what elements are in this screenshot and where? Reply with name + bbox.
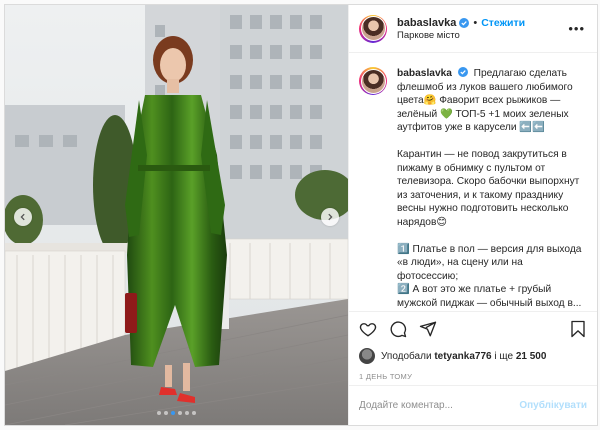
carousel-dot	[192, 411, 196, 415]
likes-middle: і ще	[494, 350, 514, 362]
caption-paragraph-3: 1️⃣ Платье в пол — версия для выхода «в …	[397, 243, 582, 309]
caption-username[interactable]: babaslavka	[397, 68, 452, 79]
bookmark-icon[interactable]	[569, 320, 587, 338]
comment-input[interactable]	[359, 400, 520, 411]
caption-text: babaslavka Предлагаю сделать флешмоб из …	[397, 67, 585, 311]
post-side-panel: babaslavka • Стежити Паркове місто ••• b…	[348, 5, 597, 425]
chevron-left-icon	[20, 213, 25, 221]
likes-summary: Уподобали tetyanka776 і ще 21 500	[349, 345, 597, 367]
comment-bar: Опублікувати	[349, 385, 597, 425]
comment-icon[interactable]	[389, 320, 407, 338]
carousel-dot	[178, 411, 182, 415]
caption-avatar[interactable]	[359, 67, 387, 95]
carousel-dot	[171, 411, 175, 415]
carousel-prev-button[interactable]	[14, 208, 32, 226]
post-photo[interactable]	[5, 5, 348, 425]
avatar[interactable]	[359, 14, 387, 43]
post-header: babaslavka • Стежити Паркове місто •••	[349, 5, 597, 53]
share-icon[interactable]	[419, 320, 437, 338]
chevron-right-icon	[328, 213, 333, 221]
liker-username[interactable]: tetyanka776	[434, 351, 491, 362]
photo-scene	[5, 5, 348, 425]
follow-button[interactable]: Стежити	[481, 17, 525, 29]
post-timestamp[interactable]: 1 ДЕНЬ ТОМУ	[349, 367, 597, 385]
verified-badge-icon	[457, 67, 468, 77]
caption-area: babaslavka Предлагаю сделать флешмоб из …	[349, 53, 597, 311]
likes-count[interactable]: 21 500	[516, 351, 547, 362]
publish-button[interactable]: Опублікувати	[519, 400, 587, 411]
more-options-icon[interactable]: •••	[568, 21, 585, 36]
header-top-line: babaslavka • Стежити	[397, 17, 525, 29]
heart-icon[interactable]	[359, 320, 377, 338]
carousel-dot	[164, 411, 168, 415]
carousel-next-button[interactable]	[321, 208, 339, 226]
likes-prefix: Уподобали	[381, 350, 432, 362]
header-username[interactable]: babaslavka	[397, 17, 456, 29]
header-text: babaslavka • Стежити Паркове місто	[397, 17, 525, 41]
post-container: babaslavka • Стежити Паркове місто ••• b…	[4, 4, 598, 426]
carousel-dot	[157, 411, 161, 415]
caption-paragraph-1: babaslavka Предлагаю сделать флешмоб из …	[397, 67, 585, 135]
post-location[interactable]: Паркове місто	[397, 30, 525, 41]
caption-paragraph-2: Карантин — не повод закрутиться в пижаму…	[397, 148, 580, 228]
action-bar	[349, 311, 597, 345]
header-separator: •	[473, 16, 478, 29]
liker-avatar[interactable]	[359, 348, 375, 364]
carousel-indicator	[5, 411, 348, 415]
carousel-dot	[185, 411, 189, 415]
verified-badge-icon	[459, 17, 470, 28]
